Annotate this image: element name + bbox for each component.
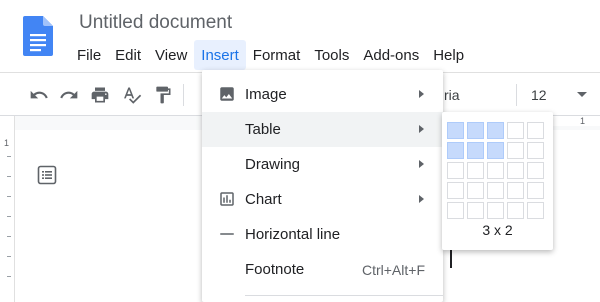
table-grid-cell[interactable] <box>467 202 484 219</box>
image-icon <box>220 87 234 101</box>
undo-icon[interactable] <box>28 84 50 106</box>
insert-chart-item[interactable]: Chart <box>202 182 443 217</box>
chevron-right-icon <box>419 125 424 133</box>
insert-menu-dropdown: Image Table Drawing Chart Horizontal lin… <box>202 70 443 302</box>
chevron-right-icon <box>419 90 424 98</box>
horizontal-line-icon <box>220 233 234 235</box>
table-grid-cell[interactable] <box>487 202 504 219</box>
horizontal-ruler <box>548 116 600 126</box>
menu-insert[interactable]: Insert <box>194 40 246 70</box>
menu-add-ons[interactable]: Add-ons <box>356 40 426 70</box>
table-grid-cell[interactable] <box>527 202 544 219</box>
table-grid-cell[interactable] <box>467 122 484 139</box>
table-grid-cell[interactable] <box>447 122 464 139</box>
chart-icon <box>220 192 234 206</box>
title-bar: Untitled document File Edit View Insert … <box>0 0 600 72</box>
insert-table-item[interactable]: Table <box>202 112 443 147</box>
print-icon[interactable] <box>89 84 111 106</box>
menu-separator <box>245 295 443 296</box>
table-grid-cell[interactable] <box>487 182 504 199</box>
table-grid-cell[interactable] <box>527 182 544 199</box>
toolbar-separator <box>183 84 184 106</box>
insert-drawing-item[interactable]: Drawing <box>202 147 443 182</box>
spellcheck-icon[interactable] <box>121 84 143 106</box>
menu-item-label: Drawing <box>245 156 301 173</box>
menu-item-label: Table <box>245 121 281 138</box>
insert-horizontal-line-item[interactable]: Horizontal line <box>202 217 443 252</box>
font-size-select[interactable]: 12 <box>531 87 547 103</box>
text-cursor <box>450 250 452 268</box>
table-grid-cell[interactable] <box>447 142 464 159</box>
table-grid-cell[interactable] <box>507 162 524 179</box>
shortcut-label: Ctrl+Alt+F <box>361 262 425 278</box>
ruler-number: 1 <box>580 116 586 126</box>
table-grid-cell[interactable] <box>467 182 484 199</box>
table-grid-cell[interactable] <box>467 142 484 159</box>
table-grid-cell[interactable] <box>507 142 524 159</box>
table-grid-cell[interactable] <box>527 122 544 139</box>
menu-bar: File Edit View Insert Format Tools Add-o… <box>70 40 471 70</box>
menu-tools[interactable]: Tools <box>307 40 356 70</box>
table-grid-cell[interactable] <box>487 162 504 179</box>
menu-help[interactable]: Help <box>426 40 471 70</box>
font-name-select[interactable]: ria <box>444 87 460 103</box>
menu-view[interactable]: View <box>148 40 194 70</box>
table-size-label: 3 x 2 <box>482 222 513 238</box>
table-grid-cell[interactable] <box>447 182 464 199</box>
menu-edit[interactable]: Edit <box>108 40 148 70</box>
table-grid-cell[interactable] <box>487 142 504 159</box>
redo-icon[interactable] <box>58 84 80 106</box>
chevron-right-icon <box>419 195 424 203</box>
toolbar-separator <box>516 84 517 106</box>
paint-format-icon[interactable] <box>152 84 174 106</box>
table-grid-cell[interactable] <box>507 182 524 199</box>
document-outline-icon[interactable] <box>36 164 58 191</box>
vertical-ruler: 1 <box>0 116 15 302</box>
menu-item-label: Footnote <box>245 261 305 278</box>
menu-file[interactable]: File <box>70 40 108 70</box>
document-title[interactable]: Untitled document <box>79 12 232 34</box>
table-size-picker: 3 x 2 <box>442 112 553 250</box>
menu-item-label: Chart <box>245 191 282 208</box>
chevron-right-icon <box>419 160 424 168</box>
table-grid-cell[interactable] <box>447 202 464 219</box>
table-grid-cell[interactable] <box>447 162 464 179</box>
table-grid-cell[interactable] <box>487 122 504 139</box>
docs-logo-icon[interactable] <box>23 16 53 56</box>
table-grid-cell[interactable] <box>527 142 544 159</box>
table-grid-cell[interactable] <box>467 162 484 179</box>
menu-item-label: Horizontal line <box>245 226 341 243</box>
table-grid-cell[interactable] <box>527 162 544 179</box>
insert-footnote-item[interactable]: Footnote Ctrl+Alt+F <box>202 252 443 287</box>
chevron-down-icon[interactable] <box>577 92 587 97</box>
table-grid-cell[interactable] <box>507 122 524 139</box>
insert-image-item[interactable]: Image <box>202 77 443 112</box>
menu-item-label: Image <box>245 86 287 103</box>
table-grid-cell[interactable] <box>507 202 524 219</box>
menu-format[interactable]: Format <box>246 40 308 70</box>
ruler-number: 1 <box>4 138 10 148</box>
